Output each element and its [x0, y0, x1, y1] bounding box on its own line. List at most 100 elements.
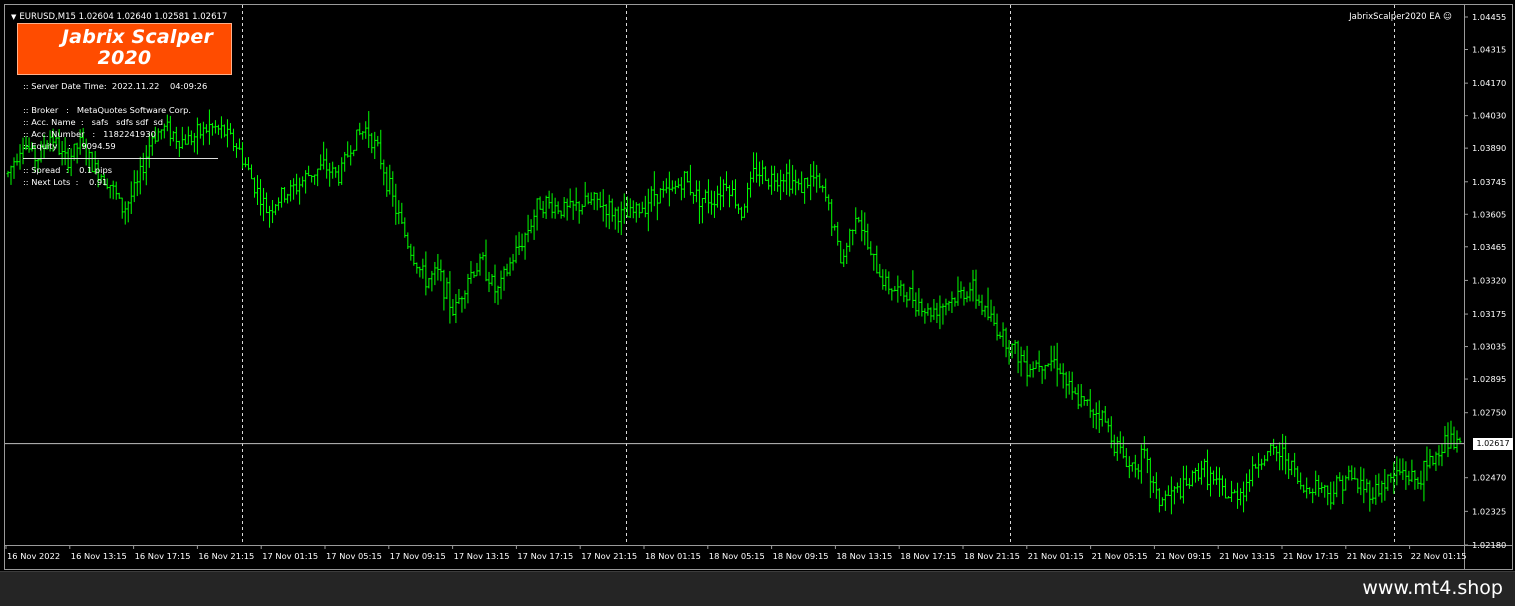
- ohlc-bar: [253, 177, 257, 198]
- ohlc-bar: [1341, 475, 1345, 504]
- ohlc-bar: [240, 142, 244, 169]
- ohlc-bar: [496, 285, 500, 305]
- ohlc-bar: [1452, 426, 1456, 450]
- account-number: :: Acc. Number : 1182241930: [23, 129, 156, 139]
- dropdown-triangle-icon[interactable]: ▼: [11, 13, 16, 21]
- ohlc-bar: [517, 231, 521, 256]
- ohlc-bar: [1052, 345, 1056, 369]
- ea-name-label[interactable]: JabrixScalper2020 EA ☺: [1349, 12, 1452, 22]
- ohlc-bar: [1269, 442, 1273, 457]
- ohlc-bar: [1211, 470, 1215, 485]
- ohlc-bar: [718, 176, 722, 211]
- current-price-tag: 1.02617: [1473, 437, 1513, 450]
- ohlc-bar: [953, 297, 957, 307]
- ohlc-bar: [649, 186, 653, 212]
- ohlc-bar: [809, 164, 813, 201]
- ohlc-bar: [352, 149, 356, 157]
- ohlc-bar: [884, 269, 888, 291]
- ohlc-bar: [174, 126, 178, 149]
- ohlc-bar: [502, 266, 506, 291]
- ohlc-bar: [505, 263, 509, 277]
- ohlc-bar: [481, 252, 485, 261]
- ohlc-bar: [812, 161, 816, 187]
- price-tick-label: 1.02325: [1472, 506, 1506, 516]
- ohlc-bar: [845, 242, 849, 265]
- footer-bar: www.mt4.shop: [0, 571, 1515, 606]
- ohlc-bar: [959, 281, 963, 299]
- ohlc-bar: [556, 201, 560, 215]
- ohlc-bar: [655, 194, 659, 221]
- symbol-header: ▼ EURUSD,M15 1.02604 1.02640 1.02581 1.02…: [11, 12, 227, 22]
- ohlc-bar: [1434, 451, 1438, 471]
- ohlc-bar: [478, 253, 482, 276]
- ohlc-bar: [448, 271, 452, 324]
- ohlc-bar: [1022, 350, 1026, 363]
- ohlc-bar: [607, 194, 611, 230]
- ohlc-bar: [1260, 458, 1264, 470]
- ohlc-bar: [929, 307, 933, 323]
- ohlc-bar: [538, 196, 542, 210]
- ohlc-bar: [427, 277, 431, 289]
- ohlc-bar: [724, 171, 728, 192]
- ohlc-bar: [228, 123, 232, 135]
- ohlc-bar: [514, 235, 518, 264]
- ohlc-bar: [490, 274, 494, 286]
- ohlc-bar: [1208, 466, 1212, 497]
- ohlc-bar: [237, 138, 241, 150]
- ohlc-bar: [1148, 457, 1152, 499]
- ohlc-bar: [355, 129, 359, 151]
- ohlc-bar: [298, 177, 302, 205]
- ohlc-bar: [890, 288, 894, 301]
- ohlc-bar: [583, 181, 587, 207]
- ohlc-bar: [286, 193, 290, 204]
- time-tick-label: 18 Nov 09:15: [773, 551, 829, 561]
- ohlc-bar: [737, 203, 741, 214]
- ohlc-bar: [851, 229, 855, 246]
- ohlc-bar: [307, 165, 311, 177]
- ohlc-bar: [1010, 343, 1014, 359]
- ohlc-bar: [550, 193, 554, 219]
- ohlc-bar: [619, 201, 623, 236]
- ohlc-bar: [791, 164, 795, 194]
- ohlc-bar: [313, 174, 317, 185]
- price-tick-label: 1.03890: [1472, 143, 1506, 153]
- ohlc-bar: [361, 131, 365, 140]
- ohlc-bar: [1440, 443, 1444, 467]
- ohlc-bar: [1284, 435, 1288, 475]
- ohlc-bar: [189, 130, 193, 146]
- ohlc-bar: [896, 275, 900, 303]
- ohlc-bar: [1043, 364, 1047, 380]
- ohlc-bar: [712, 190, 716, 218]
- ohlc-bar: [349, 145, 353, 166]
- ohlc-bar: [1431, 455, 1435, 466]
- ohlc-bar: [301, 176, 305, 188]
- ea-logo: Jabrix Scalper 2020: [17, 23, 232, 75]
- ohlc-bar: [589, 192, 593, 205]
- ohlc-bar: [358, 122, 362, 136]
- ohlc-bar: [520, 233, 524, 252]
- ohlc-bar: [165, 114, 169, 132]
- ohlc-bar: [688, 164, 692, 196]
- ohlc-bar: [18, 144, 22, 170]
- ohlc-bar: [256, 175, 260, 205]
- ohlc-bar: [836, 221, 840, 246]
- ohlc-bar: [9, 165, 13, 185]
- chart-window[interactable]: 1.04455 1.04315 1.04170 1.04030 1.03890 1.037…: [4, 4, 1513, 570]
- ohlc-bar: [210, 122, 214, 136]
- ohlc-bar: [634, 202, 638, 223]
- ohlc-bar: [292, 178, 296, 200]
- ohlc-bar: [385, 166, 389, 197]
- ohlc-bar: [271, 199, 275, 224]
- price-tick-label: 1.04170: [1472, 78, 1506, 88]
- price-chart[interactable]: 1.04455 1.04315 1.04170 1.04030 1.03890 1.037…: [5, 5, 1512, 569]
- ohlc-bar: [752, 152, 756, 183]
- ohlc-bar: [1016, 340, 1020, 374]
- ohlc-bar: [1214, 466, 1218, 485]
- ohlc-bar: [310, 174, 314, 183]
- ohlc-bar: [186, 126, 190, 145]
- ohlc-bar: [860, 210, 864, 242]
- ohlc-bar: [640, 201, 644, 214]
- ohlc-bar: [905, 291, 909, 308]
- ohlc-bar: [1350, 465, 1354, 481]
- ohlc-bar: [1332, 481, 1336, 505]
